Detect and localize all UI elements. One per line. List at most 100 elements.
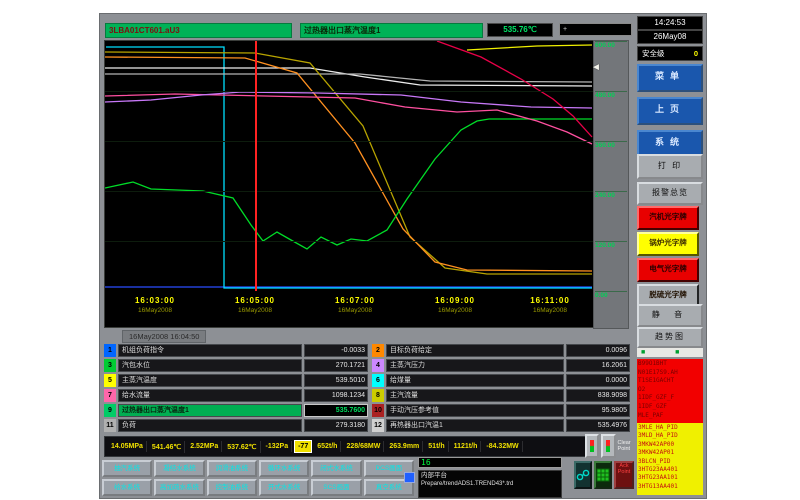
pen-marker-alt-button[interactable]: [601, 434, 615, 458]
alarm-tag-list-red: B99O1BHTN01E17S9.AHT1SE1GACHTO21IDF_GZF_…: [637, 359, 703, 423]
table-row[interactable]: 8主汽流量838.9098: [372, 389, 630, 402]
alarm-tag[interactable]: T1SE1GACHT: [638, 377, 702, 386]
mute-button[interactable]: 静 音: [637, 304, 703, 327]
scale-marker-icon[interactable]: ◄: [591, 62, 601, 73]
trend-name-button[interactable]: 过热器出口蒸汽温度1: [300, 23, 483, 38]
status-value: 2.52MPa: [187, 441, 222, 452]
toolbar-button[interactable]: SCS画面: [311, 479, 361, 496]
y-axis-label: 240.00: [595, 191, 627, 199]
status-value[interactable]: -77: [294, 440, 312, 453]
toolbar-button[interactable]: 开式水系统: [259, 479, 309, 496]
alarm-tag[interactable]: 1IDF_GZF_F: [638, 394, 702, 403]
tick-time: 16:11:00: [515, 296, 585, 305]
trend-tag-button[interactable]: 3LBA01CT601.aU3: [105, 23, 292, 38]
tick-time: 16:05:00: [220, 296, 290, 305]
alarm-tag[interactable]: 1IDF_GZF: [638, 403, 702, 412]
clear-point-label: Clear Point: [618, 440, 635, 452]
pen-number-chip: 9: [104, 404, 116, 417]
table-row[interactable]: 4主蒸汽压力16.2061: [372, 359, 630, 372]
alarm-tag[interactable]: 3MLD_HA_PID: [638, 432, 702, 440]
table-row[interactable]: 9过热器出口蒸汽温度1535.7600: [104, 404, 368, 417]
toolbar-button[interactable]: 闭式水系统: [311, 460, 361, 477]
toolbar-button[interactable]: 润滑油系统: [207, 460, 257, 477]
annunciator-button[interactable]: 电气光字牌: [637, 258, 699, 282]
toolbar-button[interactable]: 给水系统: [102, 479, 152, 496]
pen-name: 目标负荷给定: [386, 344, 564, 357]
grid-view-button[interactable]: [594, 461, 612, 489]
y-axis-scale[interactable]: 600.00480.00360.00240.00120.000.00 ◄: [593, 40, 629, 329]
alarm-tag[interactable]: N01E17S9.AH: [638, 369, 702, 378]
table-row[interactable]: 1机组负荷指令-0.0033: [104, 344, 368, 357]
time-cursor-line[interactable]: [255, 41, 257, 291]
toolbar-button[interactable]: 抽汽系统: [102, 460, 152, 477]
security-label: 安全级: [642, 47, 665, 60]
sidebar-nav-button[interactable]: 上页: [637, 97, 703, 125]
pen-value: 535.7600: [304, 404, 368, 417]
alarm-tag[interactable]: 3HTG13AA401: [638, 483, 702, 491]
toolbar-button[interactable]: 循环水系统: [259, 460, 309, 477]
console-line2: Prepare/trendADS1.TREND43*.trd: [421, 480, 559, 488]
trend-line: [437, 41, 592, 137]
ack-point-button[interactable]: Ack Point: [614, 461, 634, 489]
annunciator-button[interactable]: 锅炉光字牌: [637, 232, 699, 256]
pen-value: 279.3180: [304, 419, 368, 432]
tick-date: 16May2008: [515, 307, 585, 314]
dcs-trend-window: 3LBA01CT601.aU3 过热器出口蒸汽温度1 535.76℃ + 16:…: [99, 13, 707, 499]
pen-table: 1机组负荷指令-0.0033 2目标负荷给定0.0096 3汽包水位270.1721…: [104, 344, 628, 432]
alarm-tag[interactable]: 3BLCN_PID: [638, 458, 702, 466]
header-aux-box[interactable]: +: [559, 23, 632, 36]
alarm-pager[interactable]: ■ ■: [637, 348, 703, 357]
table-row[interactable]: 10手动汽压参考值95.9805: [372, 404, 630, 417]
pen-value: 16.2061: [566, 359, 630, 372]
pen-value: -0.0033: [304, 344, 368, 357]
alarm-tag[interactable]: 3HTG23AA101: [638, 474, 702, 482]
pen-marker-button[interactable]: [585, 434, 599, 458]
alarm-tag[interactable]: 3HTG23AA401: [638, 466, 702, 474]
table-row[interactable]: 6给煤量0.0000: [372, 374, 630, 387]
pen-value: 838.9098: [566, 389, 630, 402]
alarm-tag[interactable]: MLE_PAF: [638, 412, 702, 421]
toolbar-button[interactable]: 凝结水系统: [154, 460, 204, 477]
sidebar-nav-button[interactable]: 菜单: [637, 64, 703, 92]
trend-screen-button[interactable]: 趋势图: [637, 327, 703, 348]
console-input[interactable]: [418, 457, 562, 468]
clear-point-cluster: Clear Point: [585, 435, 635, 457]
pen-value: 1098.1234: [304, 389, 368, 402]
alarm-tag[interactable]: 3MKW42AP00: [638, 441, 702, 449]
trend-plot[interactable]: [104, 40, 594, 292]
toolbar-button[interactable]: 高加疏水系统: [154, 479, 204, 496]
table-row[interactable]: 2目标负荷给定0.0096: [372, 344, 630, 357]
pen-name: 汽包水位: [118, 359, 302, 372]
alarm-tag[interactable]: 3MLE_HA_PID: [638, 424, 702, 432]
link-button[interactable]: [574, 461, 592, 489]
table-row[interactable]: 11负荷279.3180: [104, 419, 368, 432]
annunciator-button[interactable]: 汽机光字牌: [637, 206, 699, 230]
screen-toolbar-row1: 抽汽系统凝结水系统润滑油系统循环水系统闭式水系统DCS画面: [102, 460, 414, 477]
table-row[interactable]: 3汽包水位270.1721: [104, 359, 368, 372]
alarm-tag[interactable]: B99O1BHT: [638, 360, 702, 369]
table-row[interactable]: 7给水流量1098.1234: [104, 389, 368, 402]
sidebar-nav: 菜单上页系统: [637, 64, 703, 163]
console-icon[interactable]: [404, 472, 415, 483]
gridline: [105, 191, 593, 192]
alarm-overview-button[interactable]: 报警总览: [637, 182, 703, 205]
pen-number-chip: 2: [372, 344, 384, 357]
pen-number-chip: 7: [104, 389, 116, 402]
toolbar-button[interactable]: 控制油系统: [207, 479, 257, 496]
status-value: 228/68MW: [343, 441, 384, 452]
table-row[interactable]: 5主蒸汽温度539.5010: [104, 374, 368, 387]
pen-number-chip: 11: [104, 419, 116, 432]
alarm-tag[interactable]: 3MKW42AP01: [638, 449, 702, 457]
status-value: -132Pa: [263, 441, 293, 452]
tick-date: 16May2008: [420, 307, 490, 314]
tick-time: 16:03:00: [120, 296, 190, 305]
table-row[interactable]: 12再热器出口汽温1535.4976: [372, 419, 630, 432]
security-level: 安全级 0: [637, 46, 703, 61]
annunciator-buttons: 汽机光字牌锅炉光字牌电气光字牌脱硫光字牌: [637, 206, 703, 310]
chain-icon: [576, 468, 590, 482]
date-display: 26May08: [637, 30, 703, 44]
time-axis: 16:03:0016May200816:05:0016May200816:07:…: [104, 291, 594, 328]
alarm-tag[interactable]: O2: [638, 386, 702, 395]
print-button[interactable]: 打 印: [637, 154, 703, 179]
pen-value: 0.0096: [566, 344, 630, 357]
